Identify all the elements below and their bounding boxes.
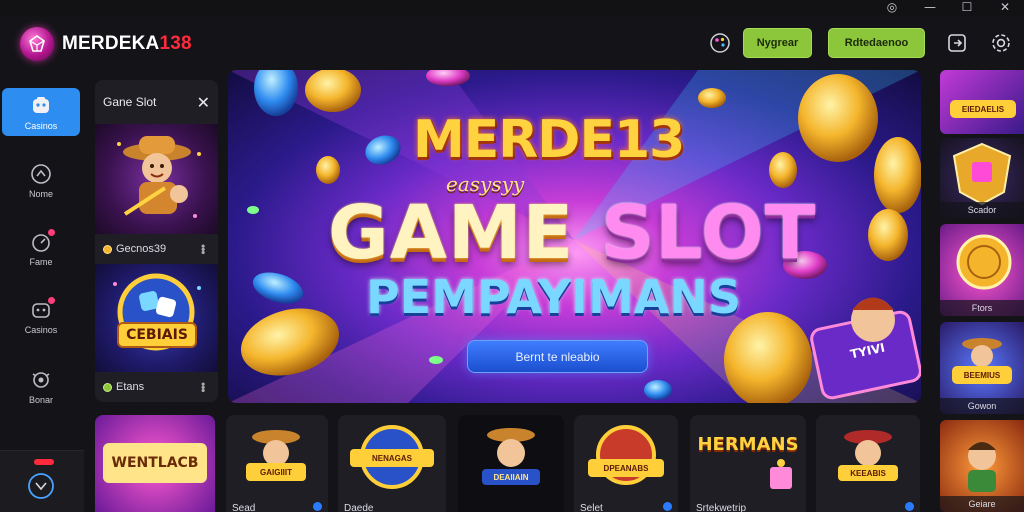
bottom-game-card[interactable]: HERMANS Srtekwetrip xyxy=(690,415,806,512)
bottom-game-card[interactable]: DPEANABS Selet xyxy=(574,415,678,512)
hero-brand-title: MERDE13 xyxy=(413,110,685,170)
explorer-character-art xyxy=(844,430,892,466)
fame-icon xyxy=(29,228,55,254)
login-button[interactable]: Nygrear xyxy=(743,28,812,58)
game-meta-row: Gecnos39 ••• xyxy=(95,234,218,264)
side-game-card[interactable]: Ftors xyxy=(940,224,1024,316)
sidebar-item-fame[interactable]: Fame xyxy=(2,224,80,272)
game-label: Etans xyxy=(116,381,145,393)
top-header: MERDEKA138 Nygrear Rdtedaenoo xyxy=(0,16,1024,72)
slot-panel-title: Gane Slot xyxy=(103,95,157,109)
brand-logo[interactable]: MERDEKA138 xyxy=(20,26,192,62)
coin-icon xyxy=(103,382,112,392)
bottom-game-card[interactable]: GAIGIIIT Sead xyxy=(226,415,328,512)
more-options-icon[interactable]: ••• xyxy=(196,382,210,392)
sidebar-item-bonus[interactable]: Bonar xyxy=(2,362,80,410)
logout-icon[interactable] xyxy=(944,30,970,56)
maximize-button[interactable]: ☐ xyxy=(955,0,979,14)
game-art-banner: GAIGIIIT xyxy=(246,463,306,481)
game-art-banner: DEAIIAIN xyxy=(482,469,540,485)
side-game-card[interactable]: BEEMIUS Gowon xyxy=(940,322,1024,414)
sidebar-item-casinos-2[interactable]: Casinos xyxy=(2,292,80,340)
game-art-banner: DPEANABS xyxy=(588,459,664,477)
bottom-game-label: Daede xyxy=(344,503,374,512)
sidebar-footer xyxy=(0,450,84,512)
game-art-banner: BEEMIUS xyxy=(952,366,1012,384)
home-icon xyxy=(29,162,53,186)
sidebar-item-home[interactable]: Nome xyxy=(2,156,80,204)
slot-panel-header: Gane Slot ✕ xyxy=(95,80,218,124)
support-icon[interactable] xyxy=(26,471,56,501)
window-titlebar: ◎ — ☐ ✕ xyxy=(0,0,1024,16)
sidebar-item-label: Casinos xyxy=(24,120,58,131)
hero-banner[interactable]: MERDE13 easysyy GAME SLOT PEMPAYIMANS TY… xyxy=(228,70,921,403)
sidebar-item-label: Bonar xyxy=(28,394,54,405)
close-icon[interactable]: ✕ xyxy=(197,93,210,112)
game-thumbnail[interactable] xyxy=(95,124,218,234)
game-art-banner: KEEABIS xyxy=(838,465,898,481)
gem-logo-icon xyxy=(20,27,54,61)
minimize-button[interactable]: — xyxy=(918,0,942,14)
bottom-game-label: Sead xyxy=(232,503,256,512)
brand-name: MERDEKA138 xyxy=(62,33,192,54)
hero-cta-button[interactable]: Bernt te nleabio xyxy=(467,340,648,373)
game-art-banner: NENAGAS xyxy=(350,449,434,467)
side-game-label: Ftors xyxy=(940,300,1024,316)
side-game-card[interactable]: Geiare xyxy=(940,420,1024,512)
left-sidebar: Casinos Nome Fame Casinos Bonar xyxy=(0,72,84,512)
sidebar-item-label: Nome xyxy=(28,188,53,199)
side-game-card[interactable]: Scador xyxy=(940,138,1024,218)
side-game-card[interactable]: EIEDAELIS xyxy=(940,70,1024,134)
sidebar-item-label: Fame xyxy=(29,256,53,267)
explorer-character-art xyxy=(117,136,201,218)
cake-art xyxy=(770,459,792,489)
hero-headline: GAME SLOT xyxy=(328,190,817,276)
casino-icon xyxy=(29,94,53,118)
bottom-game-card[interactable]: WENTLACB xyxy=(95,415,215,512)
bottom-game-card[interactable]: KEEABIS xyxy=(816,415,920,512)
casino-icon xyxy=(29,296,55,322)
game-meta-row: Etans ••• xyxy=(95,372,218,402)
game-art-banner: CEBIAIS xyxy=(117,322,197,348)
game-slot-panel: Gane Slot ✕ Gecnos39 ••• CEBIAIS Etans •… xyxy=(95,80,218,402)
game-art-banner: EIEDAELIS xyxy=(950,100,1016,118)
palette-icon[interactable] xyxy=(709,32,731,54)
info-icon xyxy=(313,502,322,511)
gear-icon[interactable] xyxy=(988,30,1014,56)
info-icon xyxy=(905,502,914,511)
hero-subheadline: PEMPAYIMANS xyxy=(366,270,742,324)
sidebar-item-label: Casinos xyxy=(24,324,58,335)
register-button[interactable]: Rdtedaenoo xyxy=(828,28,925,58)
bonus-icon xyxy=(29,368,53,392)
live-indicator xyxy=(34,459,54,465)
dice-badge-art xyxy=(113,273,201,351)
bottom-game-card[interactable]: NENAGAS Daede xyxy=(338,415,446,512)
side-game-label: Scador xyxy=(940,202,1024,218)
sidebar-item-casinos[interactable]: Casinos xyxy=(2,88,80,136)
game-label: Gecnos39 xyxy=(116,243,167,255)
settings-icon[interactable]: ◎ xyxy=(880,0,904,14)
bottom-game-label: Srtekwetrip xyxy=(696,503,747,512)
bottom-game-card[interactable]: DEAIIAIN xyxy=(458,415,564,512)
side-game-label: Gowon xyxy=(940,398,1024,414)
notification-badge xyxy=(48,228,55,236)
side-game-label: Geiare xyxy=(940,496,1024,512)
game-thumbnail[interactable]: CEBIAIS xyxy=(95,264,218,372)
game-art-banner: WENTLACB xyxy=(103,443,207,483)
notification-badge xyxy=(48,296,55,304)
bottom-game-label: Selet xyxy=(580,503,603,512)
info-icon xyxy=(663,502,672,511)
more-options-icon[interactable]: ••• xyxy=(196,244,210,254)
explorer-character-art xyxy=(487,428,535,467)
coin-icon xyxy=(103,244,112,254)
close-window-button[interactable]: ✕ xyxy=(993,0,1017,14)
